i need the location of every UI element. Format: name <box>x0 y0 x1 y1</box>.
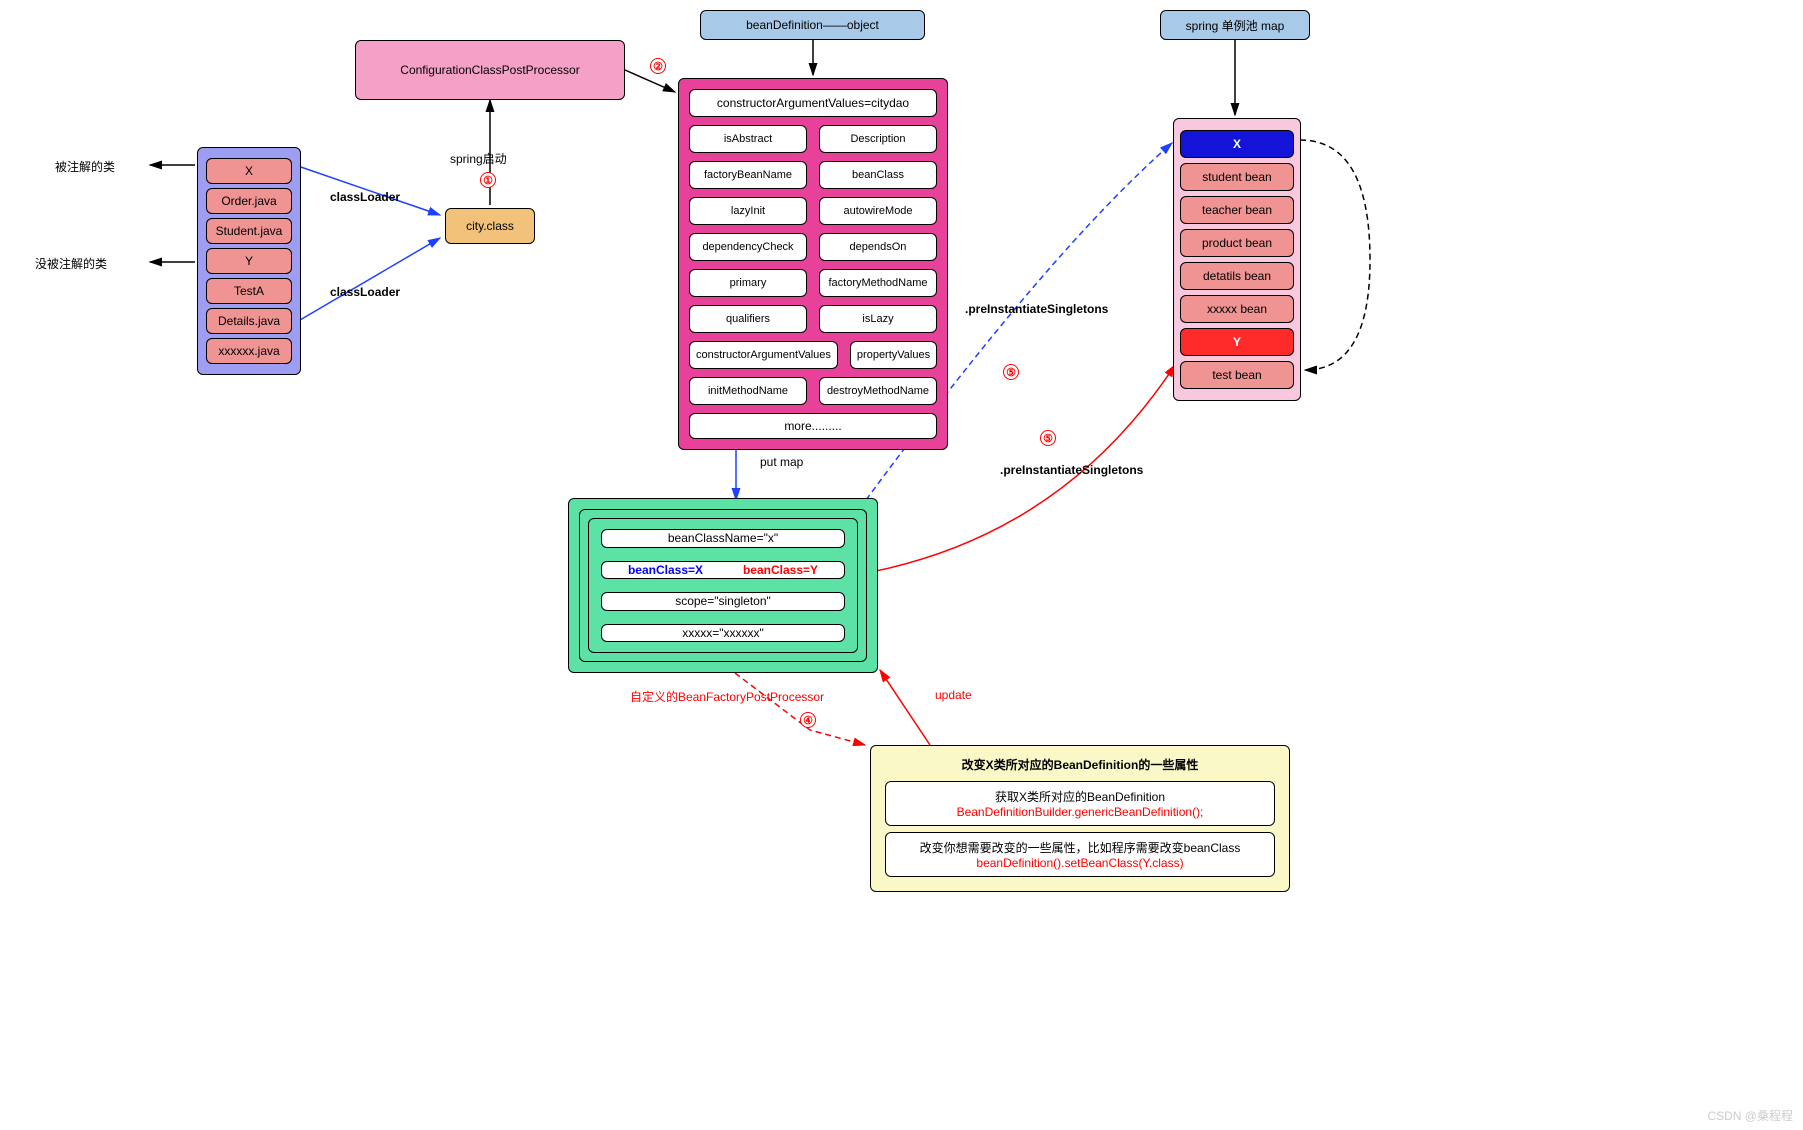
watermark: CSDN @桑程程 <box>1707 1107 1793 1124</box>
beandef-cell: dependsOn <box>819 233 937 261</box>
label-classloader-top: classLoader <box>330 190 400 204</box>
class-item: Details.java <box>206 308 292 334</box>
beandefinition-panel: constructorArgumentValues=citydao isAbst… <box>678 78 948 450</box>
label-spring-start: spring启动 <box>450 150 507 167</box>
step-1: ① <box>480 172 496 188</box>
header-beandefinition-object: beanDefinition——object <box>700 10 925 40</box>
green-row-beanclassname: beanClassName="x" <box>601 529 845 548</box>
class-item: Student.java <box>206 218 292 244</box>
beandef-cell: lazyInit <box>689 197 807 225</box>
beandef-cell: Description <box>819 125 937 153</box>
class-item: Y <box>206 248 292 274</box>
label-custom-bfpp: 自定义的BeanFactoryPostProcessor <box>630 688 824 705</box>
beandef-cell: isAbstract <box>689 125 807 153</box>
pool-item: teacher bean <box>1180 196 1294 224</box>
beandef-cell: constructorArgumentValues <box>689 341 838 369</box>
pool-item: xxxxx bean <box>1180 295 1294 323</box>
class-item: xxxxxx.java <box>206 338 292 364</box>
label-put-map: put map <box>760 455 803 469</box>
pool-item: Y <box>1180 328 1294 356</box>
class-item: X <box>206 158 292 184</box>
step-2: ② <box>650 58 666 74</box>
green-map-panel: beanClassName="x" beanClass=X beanClass=… <box>568 498 878 673</box>
label-not-annotated: 没被注解的类 <box>35 255 107 272</box>
label-preinstantiate-2: .preInstantiateSingletons <box>1000 463 1143 477</box>
beandef-cell: initMethodName <box>689 377 807 405</box>
beandef-cell: factoryMethodName <box>819 269 937 297</box>
pool-item: product bean <box>1180 229 1294 257</box>
pool-item: X <box>1180 130 1294 158</box>
beandef-more: more......... <box>689 413 937 439</box>
beandef-cell: qualifiers <box>689 305 807 333</box>
pool-item: test bean <box>1180 361 1294 389</box>
yellow-title: 改变X类所对应的BeanDefinition的一些属性 <box>881 756 1279 773</box>
beandef-cell: propertyValues <box>850 341 937 369</box>
city-class-box: city.class <box>445 208 535 244</box>
label-update: update <box>935 688 972 702</box>
beandef-cell: primary <box>689 269 807 297</box>
step-5a: ⑤ <box>1003 364 1019 380</box>
step-5b: ⑤ <box>1040 430 1056 446</box>
label-classloader-bottom: classLoader <box>330 285 400 299</box>
class-item: TestA <box>206 278 292 304</box>
beandef-cell: autowireMode <box>819 197 937 225</box>
class-item: Order.java <box>206 188 292 214</box>
step-4: ④ <box>800 712 816 728</box>
yellow-change-panel: 改变X类所对应的BeanDefinition的一些属性 获取X类所对应的Bean… <box>870 745 1290 892</box>
beandef-cell: factoryBeanName <box>689 161 807 189</box>
green-row-other: xxxxx="xxxxxx" <box>601 624 845 643</box>
beandef-cell: isLazy <box>819 305 937 333</box>
text: city.class <box>466 219 514 233</box>
text: beanDefinition——object <box>746 18 879 32</box>
green-row-beanclass: beanClass=X beanClass=Y <box>601 561 845 580</box>
text: spring 单例池 map <box>1186 17 1285 34</box>
header-spring-singleton-map: spring 单例池 map <box>1160 10 1310 40</box>
pool-item: detatils bean <box>1180 262 1294 290</box>
beandef-cell: destroyMethodName <box>819 377 937 405</box>
beandef-cell: beanClass <box>819 161 937 189</box>
green-row-scope: scope="singleton" <box>601 592 845 611</box>
beandef-header: constructorArgumentValues=citydao <box>689 89 937 117</box>
class-list-container: X Order.java Student.java Y TestA Details.jav… <box>197 147 301 375</box>
pool-item: student bean <box>1180 163 1294 191</box>
configuration-class-post-processor: ConfigurationClassPostProcessor <box>355 40 625 100</box>
singleton-pool-panel: Xstudent bean teacher bean product bean det… <box>1173 118 1301 401</box>
beandef-cell: dependencyCheck <box>689 233 807 261</box>
text: ConfigurationClassPostProcessor <box>400 63 579 77</box>
label-annotated: 被注解的类 <box>55 158 115 175</box>
yellow-row2: 改变你想需要改变的一些属性，比如程序需要改变beanClass beanDefi… <box>885 832 1275 877</box>
yellow-row1: 获取X类所对应的BeanDefinition BeanDefinitionBui… <box>885 781 1275 826</box>
label-preinstantiate-1: .preInstantiateSingletons <box>965 302 1108 316</box>
